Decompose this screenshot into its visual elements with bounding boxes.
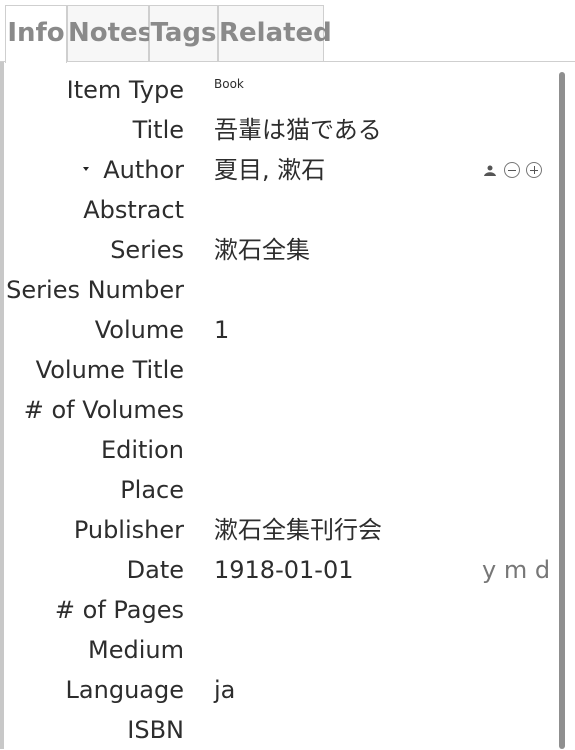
date-value[interactable]: 1918-01-01 <box>214 550 353 590</box>
dropdown-arrow-icon[interactable] <box>83 167 89 171</box>
series-number-label: Series Number <box>6 276 184 304</box>
person-silhouette-icon[interactable] <box>482 162 498 178</box>
field-row-abstract: Abstract <box>4 190 559 230</box>
tab-related[interactable]: Related <box>218 5 332 61</box>
tab-notes[interactable]: Notes <box>67 5 153 61</box>
field-row-medium: Medium <box>4 630 559 670</box>
volume-value[interactable]: 1 <box>214 310 229 350</box>
field-row-title: Title 吾輩は猫である <box>4 110 559 150</box>
field-row-volume: Volume 1 <box>4 310 559 350</box>
place-label: Place <box>120 476 184 504</box>
field-row-series-number: Series Number <box>4 270 559 310</box>
field-row-place: Place <box>4 470 559 510</box>
tab-info[interactable]: Info <box>5 5 67 63</box>
date-label: Date <box>126 556 184 584</box>
volume-title-label: Volume Title <box>35 356 184 384</box>
title-label: Title <box>132 116 184 144</box>
field-row-num-volumes: # of Volumes <box>4 390 559 430</box>
series-value[interactable]: 漱石全集 <box>214 230 310 270</box>
author-label[interactable]: Author <box>103 150 184 190</box>
field-row-series: Series 漱石全集 <box>4 230 559 270</box>
field-row-author: Author 夏目, 漱石 <box>4 150 559 190</box>
date-format-indicator: y m d <box>482 556 551 584</box>
isbn-label: ISBN <box>127 716 184 744</box>
field-row-num-pages: # of Pages <box>4 590 559 630</box>
tab-bar: Info Notes Tags Related <box>0 0 575 63</box>
language-label: Language <box>65 676 184 704</box>
field-row-language: Language ja <box>4 670 559 710</box>
plus-circle-icon[interactable] <box>526 162 542 178</box>
num-volumes-label: # of Volumes <box>23 396 184 424</box>
field-row-item-type: Item Type Book <box>4 70 559 110</box>
field-row-volume-title: Volume Title <box>4 350 559 390</box>
info-panel: Item Type Book Title 吾輩は猫である Author 夏目, … <box>0 62 568 749</box>
num-pages-label: # of Pages <box>54 596 184 624</box>
minus-circle-icon[interactable] <box>504 162 520 178</box>
field-row-publisher: Publisher 漱石全集刊行会 <box>4 510 559 550</box>
vertical-scrollbar[interactable] <box>555 62 575 749</box>
author-value[interactable]: 夏目, 漱石 <box>214 150 325 190</box>
field-row-edition: Edition <box>4 430 559 470</box>
field-row-isbn: ISBN <box>4 710 559 750</box>
publisher-label: Publisher <box>73 516 184 544</box>
creator-buttons <box>482 160 542 180</box>
item-type-label: Item Type <box>66 76 184 104</box>
tab-tags[interactable]: Tags <box>149 5 218 61</box>
medium-label: Medium <box>88 636 184 664</box>
field-row-date: Date 1918-01-01 y m d <box>4 550 559 590</box>
publisher-value[interactable]: 漱石全集刊行会 <box>214 510 382 550</box>
scrollbar-thumb[interactable] <box>559 72 565 749</box>
title-value[interactable]: 吾輩は猫である <box>214 110 382 150</box>
language-value[interactable]: ja <box>214 670 235 710</box>
series-label: Series <box>110 236 184 264</box>
volume-label: Volume <box>94 316 184 344</box>
abstract-label: Abstract <box>83 196 184 224</box>
edition-label: Edition <box>100 436 184 464</box>
